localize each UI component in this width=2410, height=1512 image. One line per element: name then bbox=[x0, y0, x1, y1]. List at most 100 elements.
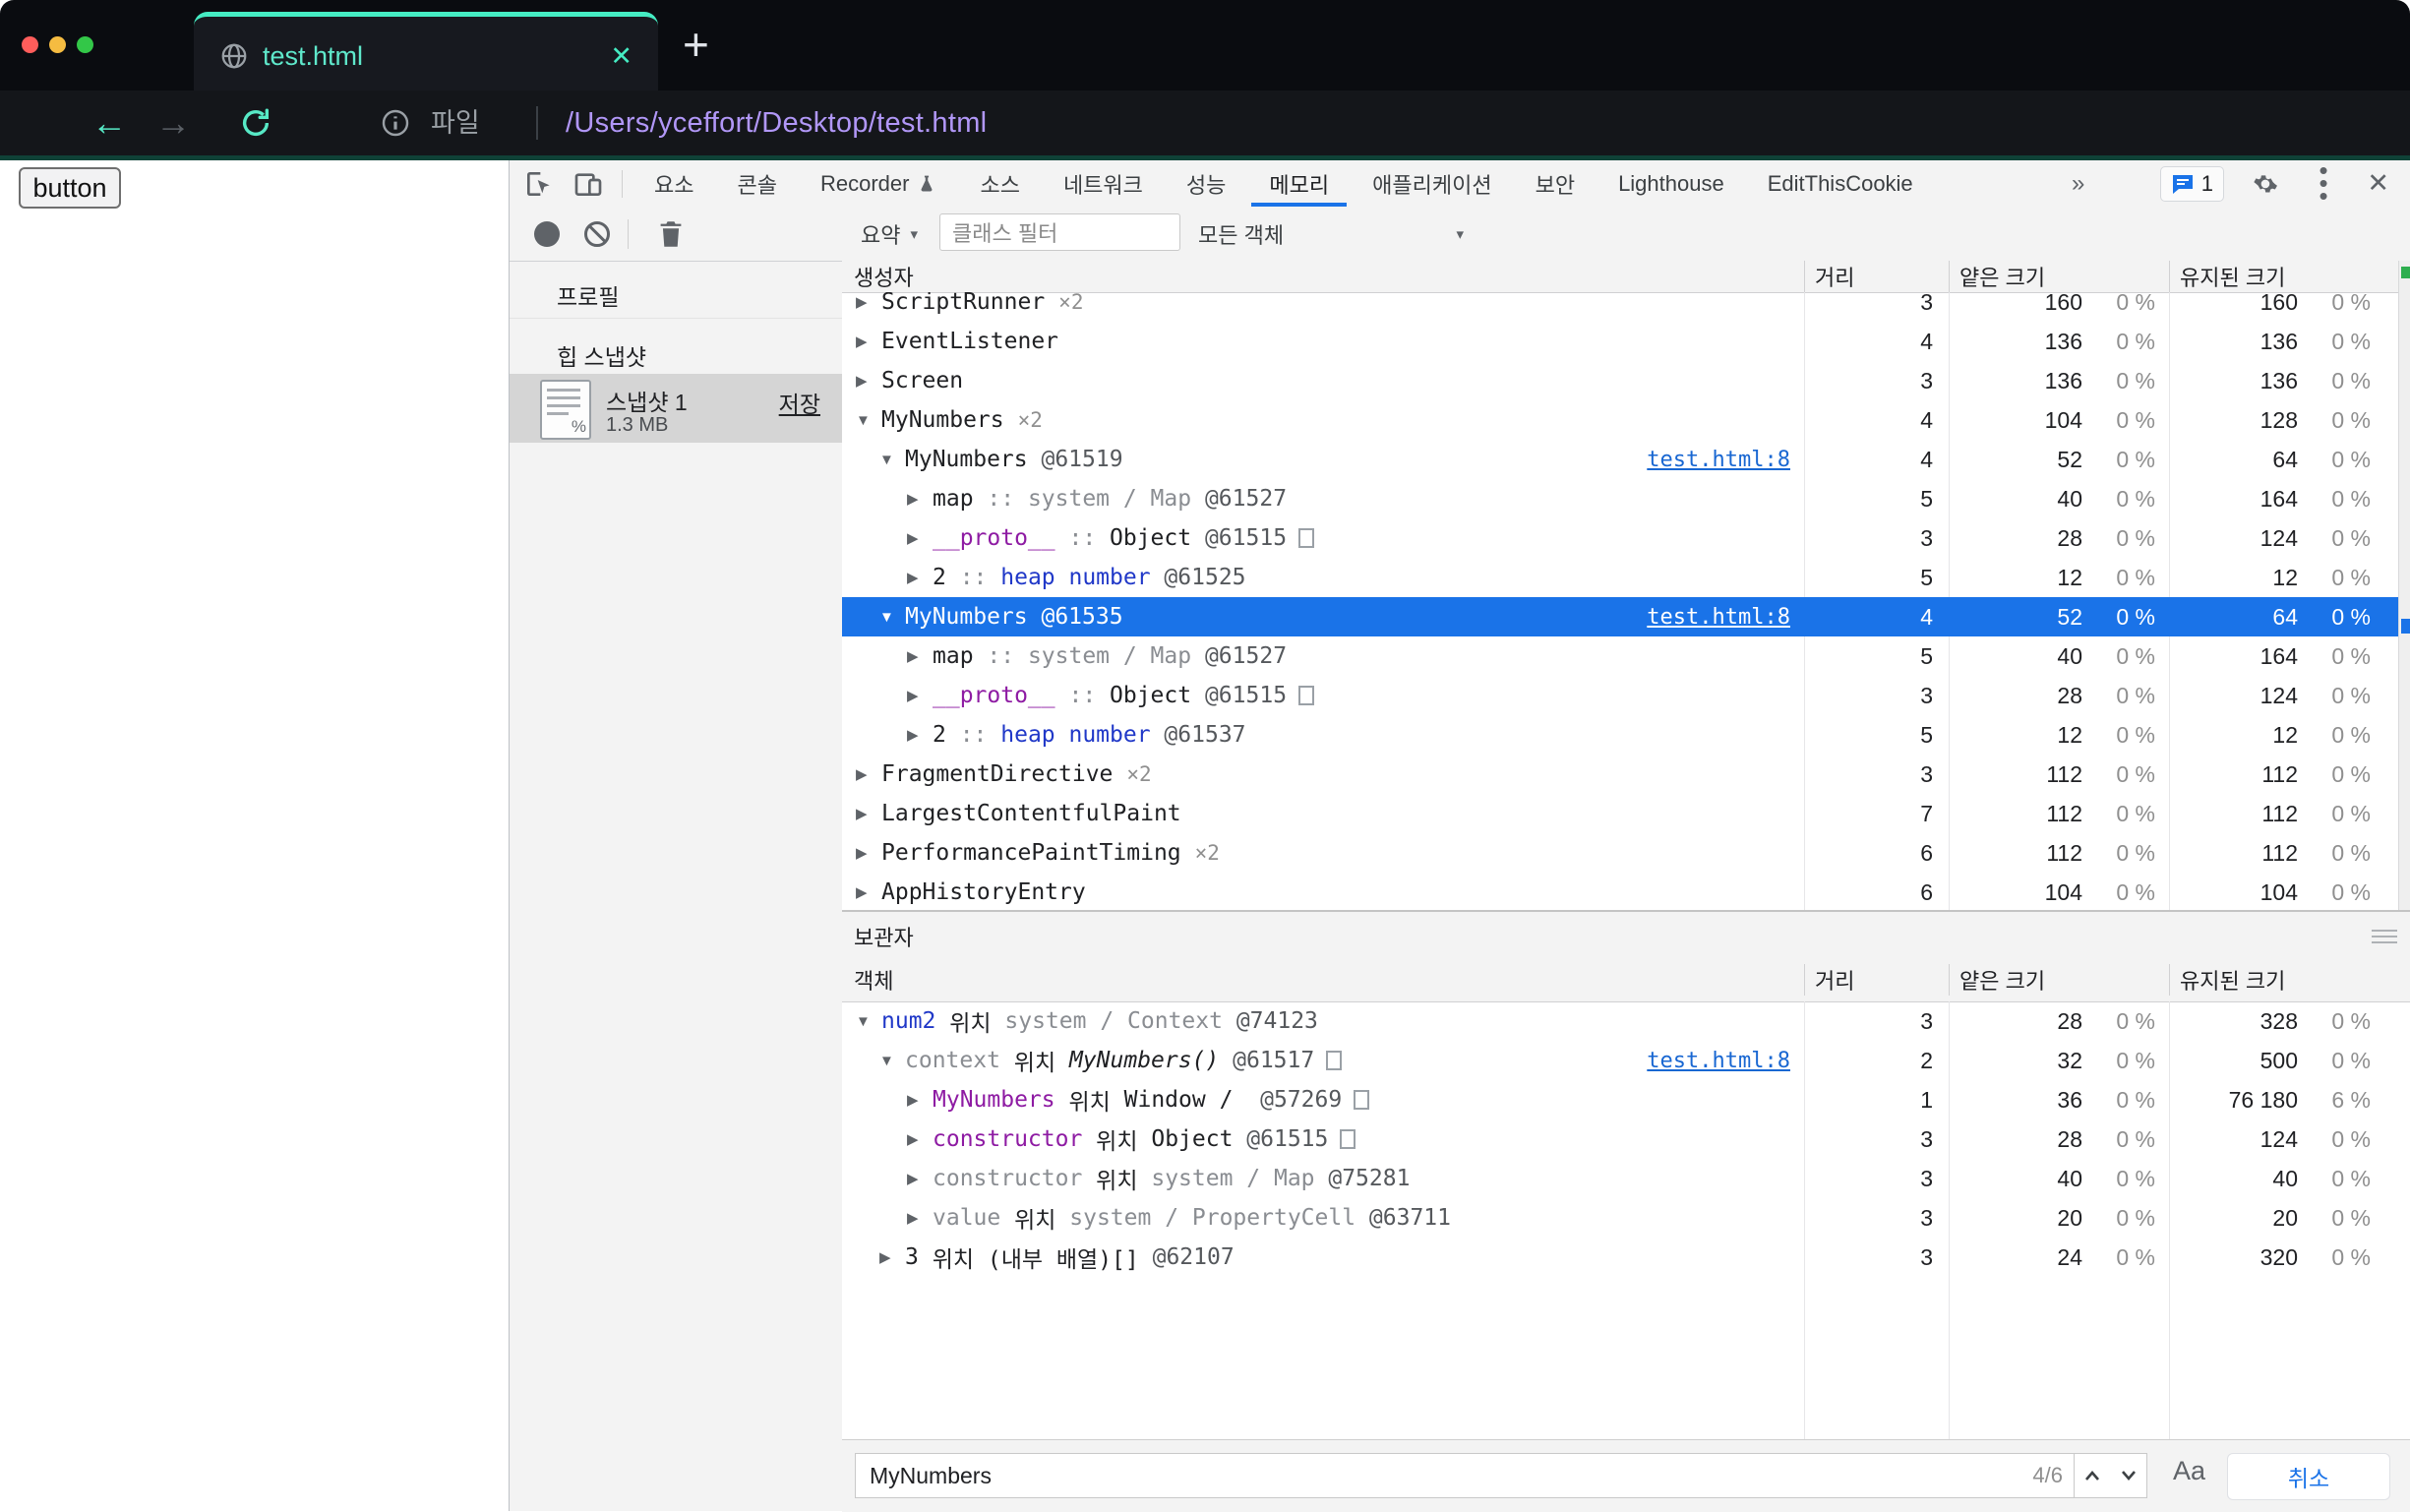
search-previous-button[interactable] bbox=[2074, 1453, 2111, 1498]
match-case-toggle[interactable]: Aa bbox=[2173, 1456, 2205, 1486]
expand-arrow-icon[interactable]: ▶ bbox=[856, 883, 881, 901]
column-shallow-size[interactable]: 얕은 크기 bbox=[1949, 964, 2169, 996]
expand-arrow-icon[interactable]: ▶ bbox=[907, 687, 933, 704]
heap-table-row[interactable]: ▶ constructor 위치 system / Map @75281 3 40 0 … bbox=[842, 1159, 2398, 1198]
expand-arrow-icon[interactable]: ▶ bbox=[907, 1091, 933, 1109]
column-object[interactable]: 객체 bbox=[842, 964, 1804, 996]
devtools-tab-콘솔[interactable]: 콘솔 bbox=[715, 160, 798, 207]
tab-close-icon[interactable]: ✕ bbox=[610, 42, 633, 70]
devtools-tab-보안[interactable]: 보안 bbox=[1514, 160, 1597, 207]
reload-button[interactable] bbox=[239, 106, 272, 140]
scrollbar[interactable] bbox=[2398, 261, 2410, 910]
browser-tab[interactable]: test.html ✕ bbox=[194, 12, 658, 95]
page-button[interactable]: button bbox=[19, 167, 121, 209]
devtools-tab-요소[interactable]: 요소 bbox=[633, 160, 715, 207]
column-retained-size[interactable]: 유지된 크기 bbox=[2169, 964, 2410, 996]
maximize-window-button[interactable] bbox=[77, 36, 93, 53]
expand-arrow-icon[interactable]: ▶ bbox=[856, 844, 881, 862]
heap-table-row[interactable]: ▶ map :: system / Map @61527 5 40 0 % 164 0 % bbox=[842, 479, 2398, 518]
heap-table-row[interactable]: ▶ constructor 위치 Object @61515 3 28 0 % 124 0 … bbox=[842, 1119, 2398, 1159]
close-window-button[interactable] bbox=[22, 36, 38, 53]
collapse-arrow-icon[interactable]: ▼ bbox=[879, 609, 905, 626]
cancel-search-button[interactable]: 취소 bbox=[2227, 1453, 2390, 1500]
heap-table-row[interactable]: ▶ 2 :: heap number @61537 5 12 0 % 12 0 % bbox=[842, 715, 2398, 755]
minimize-window-button[interactable] bbox=[49, 36, 66, 53]
back-button[interactable]: ← bbox=[91, 91, 127, 155]
expand-arrow-icon[interactable]: ▶ bbox=[907, 569, 933, 586]
search-next-button[interactable] bbox=[2110, 1453, 2147, 1498]
save-snapshot-link[interactable]: 저장 bbox=[779, 386, 820, 419]
source-location-link[interactable]: test.html:8 bbox=[1647, 448, 1804, 472]
heap-table-row[interactable]: ▶ FragmentDirective ×2 3 112 0 % 112 0 % bbox=[842, 755, 2398, 794]
devtools-tab-EditThisCookie[interactable]: EditThisCookie bbox=[1746, 160, 1935, 207]
heap-table-row[interactable]: ▶ LargestContentfulPaint 7 112 0 % 112 0 % bbox=[842, 794, 2398, 833]
address-bar-url[interactable]: /Users/yceffort/Desktop/test.html bbox=[566, 91, 987, 155]
heap-table-row[interactable]: ▶ EventListener 4 136 0 % 136 0 % bbox=[842, 322, 2398, 361]
retainers-header-row[interactable]: 객체 거리 얕은 크기 유지된 크기 bbox=[842, 958, 2410, 1002]
site-info-icon[interactable] bbox=[380, 107, 411, 139]
expand-arrow-icon[interactable]: ▶ bbox=[907, 529, 933, 547]
column-shallow-size[interactable]: 얕은 크기 bbox=[1949, 261, 2169, 292]
devtools-tab-Recorder[interactable]: Recorder bbox=[799, 160, 958, 207]
expand-arrow-icon[interactable]: ▶ bbox=[856, 333, 881, 350]
devtools-tab-애플리케이션[interactable]: 애플리케이션 bbox=[1351, 160, 1513, 207]
heap-table-row[interactable]: ▶ Screen 3 136 0 % 136 0 % bbox=[842, 361, 2398, 400]
source-location-link[interactable]: test.html:8 bbox=[1647, 1049, 1804, 1073]
new-tab-button[interactable]: + bbox=[683, 22, 709, 67]
heap-table-row[interactable]: ▶ MyNumbers 위치 Window / @57269 1 36 0 % 76 18… bbox=[842, 1080, 2398, 1119]
inspect-element-icon[interactable] bbox=[523, 168, 555, 200]
heap-table-row[interactable]: ▶ PerformancePaintTiming ×2 6 112 0 % 112 0 % bbox=[842, 833, 2398, 873]
expand-arrow-icon[interactable]: ▶ bbox=[856, 805, 881, 822]
traffic-lights[interactable] bbox=[22, 36, 93, 53]
heap-table-row[interactable]: ▶ AppHistoryEntry 6 104 0 % 104 0 % bbox=[842, 873, 2398, 910]
constructors-header-row[interactable]: 생성자 거리 얕은 크기 유지된 크기 bbox=[842, 261, 2410, 293]
collapse-arrow-icon[interactable]: ▼ bbox=[879, 1053, 905, 1069]
class-filter-input[interactable]: 클래스 필터 bbox=[939, 213, 1180, 251]
column-constructor[interactable]: 생성자 bbox=[842, 261, 1804, 292]
devtools-tab-소스[interactable]: 소스 bbox=[958, 160, 1041, 207]
view-mode-dropdown[interactable]: 요약 ▾ bbox=[861, 207, 918, 261]
column-distance[interactable]: 거리 bbox=[1804, 964, 1949, 996]
heap-table-row[interactable]: ▶ ScriptRunner ×2 3 160 0 % 160 0 % bbox=[842, 292, 2398, 322]
heap-table-row[interactable]: ▼ num2 위치 system / Context @74123 3 28 0 % 32… bbox=[842, 1001, 2398, 1041]
collapse-arrow-icon[interactable]: ▼ bbox=[856, 412, 881, 429]
expand-arrow-icon[interactable]: ▶ bbox=[907, 726, 933, 744]
expand-arrow-icon[interactable]: ▶ bbox=[907, 1209, 933, 1227]
clear-profiles-button[interactable] bbox=[584, 221, 610, 247]
heap-table-row[interactable]: ▶ 2 :: heap number @61525 5 12 0 % 12 0 % bbox=[842, 558, 2398, 597]
heap-table-row[interactable]: ▼ MyNumbers @61535 test.html:8 4 52 0 % 64 0 % bbox=[842, 597, 2398, 636]
more-tabs-button[interactable]: » bbox=[2072, 160, 2084, 207]
forward-button[interactable]: → bbox=[155, 91, 191, 155]
devtools-menu-icon[interactable]: • • • bbox=[2319, 157, 2328, 209]
heap-table-row[interactable]: ▶ __proto__ :: Object @61515 3 28 0 % 124 0 % bbox=[842, 676, 2398, 715]
heap-table-row[interactable]: ▼ context 위치 MyNumbers() @61517 test.html:… bbox=[842, 1041, 2398, 1080]
retainers-section-header[interactable]: 보관자 bbox=[842, 910, 2410, 961]
expand-arrow-icon[interactable]: ▶ bbox=[856, 293, 881, 311]
source-location-link[interactable]: test.html:8 bbox=[1647, 605, 1804, 630]
column-retained-size[interactable]: 유지된 크기 bbox=[2169, 261, 2410, 292]
expand-arrow-icon[interactable]: ▶ bbox=[907, 490, 933, 508]
device-toolbar-icon[interactable] bbox=[572, 168, 604, 200]
collapse-arrow-icon[interactable]: ▼ bbox=[856, 1013, 881, 1030]
expand-arrow-icon[interactable]: ▶ bbox=[907, 1130, 933, 1148]
record-heap-snapshot-button[interactable] bbox=[534, 221, 560, 247]
heap-table-row[interactable]: ▶ __proto__ :: Object @61515 3 28 0 % 124 0 % bbox=[842, 518, 2398, 558]
expand-arrow-icon[interactable]: ▶ bbox=[879, 1248, 905, 1266]
object-scope-dropdown[interactable]: 모든 객체 ▾ bbox=[1188, 207, 1472, 261]
devtools-tab-Lighthouse[interactable]: Lighthouse bbox=[1597, 160, 1746, 207]
heap-table-row[interactable]: ▶ value 위치 system / PropertyCell @63711 3 2… bbox=[842, 1198, 2398, 1238]
retainers-menu-icon[interactable] bbox=[2372, 929, 2397, 943]
search-input[interactable]: MyNumbers 4/6 bbox=[855, 1453, 2075, 1498]
snapshot-item[interactable]: % 스냅샷 1 1.3 MB 저장 bbox=[510, 374, 842, 443]
heap-table-row[interactable]: ▶ 3 위치 (내부 배열)[] @62107 3 24 0 % 320 0 % bbox=[842, 1238, 2398, 1277]
column-distance[interactable]: 거리 bbox=[1804, 261, 1949, 292]
devtools-tab-성능[interactable]: 성능 bbox=[1165, 160, 1247, 207]
heap-table-row[interactable]: ▶ map :: system / Map @61527 5 40 0 % 164 0 % bbox=[842, 636, 2398, 676]
expand-arrow-icon[interactable]: ▶ bbox=[907, 1170, 933, 1187]
heap-table-row[interactable]: ▼ MyNumbers ×2 4 104 0 % 128 0 % bbox=[842, 400, 2398, 440]
expand-arrow-icon[interactable]: ▶ bbox=[856, 372, 881, 390]
delete-profile-icon[interactable] bbox=[657, 219, 685, 249]
collapse-arrow-icon[interactable]: ▼ bbox=[879, 452, 905, 468]
settings-gear-icon[interactable] bbox=[2252, 170, 2279, 198]
devtools-close-icon[interactable]: ✕ bbox=[2367, 168, 2389, 199]
